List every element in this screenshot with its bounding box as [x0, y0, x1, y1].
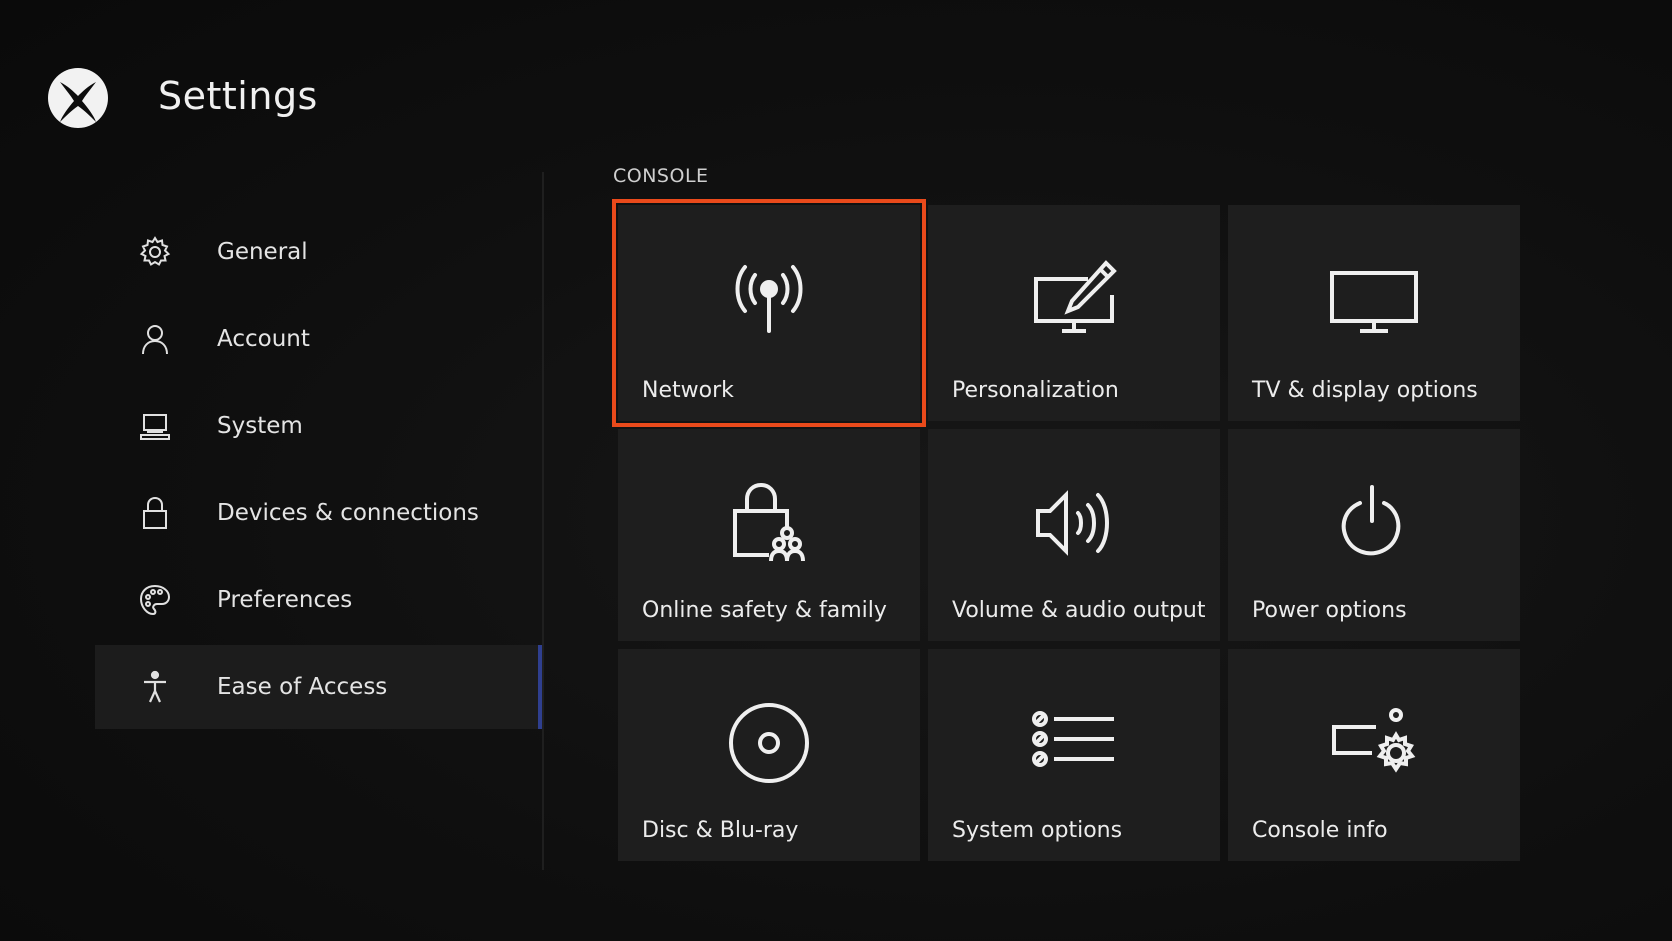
page-title: Settings	[158, 74, 318, 118]
disc-icon	[719, 703, 819, 783]
list-icon	[1024, 703, 1124, 783]
tile-label: Personalization	[952, 378, 1119, 403]
tile-tv-display[interactable]: TV & display options	[1228, 205, 1520, 421]
tile-label: Online safety & family	[642, 598, 887, 623]
settings-grid: Network Personalization TV & display opt…	[612, 199, 1522, 861]
sidebar-divider	[542, 172, 544, 870]
tile-label: System options	[952, 818, 1123, 843]
sidebar-item-label: Ease of Access	[217, 674, 388, 700]
laptop-icon	[137, 408, 173, 444]
tile-system-options[interactable]: System options	[928, 649, 1220, 861]
sidebar-item-system[interactable]: System	[95, 384, 543, 468]
sidebar-item-account[interactable]: Account	[95, 297, 543, 381]
console-gear-icon	[1324, 703, 1424, 783]
palette-icon	[137, 582, 173, 618]
sidebar: General Account System Devices & connect…	[95, 210, 543, 732]
tile-label: Console info	[1252, 818, 1388, 843]
lock-family-icon	[719, 482, 819, 563]
sidebar-item-label: System	[217, 413, 303, 439]
settings-screen: Settings General Account System Devices …	[0, 0, 1672, 941]
tile-label: Disc & Blu-ray	[642, 818, 799, 843]
tile-online-safety[interactable]: Online safety & family	[618, 429, 920, 641]
tile-label: Power options	[1252, 598, 1407, 623]
person-icon	[137, 321, 173, 357]
sidebar-item-preferences[interactable]: Preferences	[95, 558, 543, 642]
antenna-icon	[719, 259, 819, 339]
sidebar-item-general[interactable]: General	[95, 210, 543, 294]
accessibility-icon	[137, 669, 173, 705]
monitor-icon	[1324, 259, 1424, 339]
monitor-pen-icon	[1024, 259, 1124, 339]
sidebar-item-devices[interactable]: Devices & connections	[95, 471, 543, 555]
tile-label: Network	[642, 378, 734, 403]
tile-console-info[interactable]: Console info	[1228, 649, 1520, 861]
tile-volume-audio[interactable]: Volume & audio output	[928, 429, 1220, 641]
sidebar-item-label: General	[217, 239, 308, 265]
tile-label: Volume & audio output	[952, 598, 1206, 623]
sidebar-item-label: Devices & connections	[217, 500, 479, 526]
speaker-icon	[1024, 483, 1124, 563]
section-label: CONSOLE	[613, 165, 709, 187]
xbox-logo-icon	[46, 66, 110, 130]
tile-network[interactable]: Network	[612, 199, 926, 427]
sidebar-item-ease-of-access[interactable]: Ease of Access	[95, 645, 543, 729]
power-icon	[1324, 483, 1424, 563]
tile-personalization[interactable]: Personalization	[928, 205, 1220, 421]
lock-icon	[137, 495, 173, 531]
tile-disc-bluray[interactable]: Disc & Blu-ray	[618, 649, 920, 861]
sidebar-item-label: Account	[217, 326, 310, 352]
sidebar-item-label: Preferences	[217, 587, 353, 613]
tile-label: TV & display options	[1252, 378, 1478, 403]
gear-icon	[137, 234, 173, 270]
tile-power-options[interactable]: Power options	[1228, 429, 1520, 641]
